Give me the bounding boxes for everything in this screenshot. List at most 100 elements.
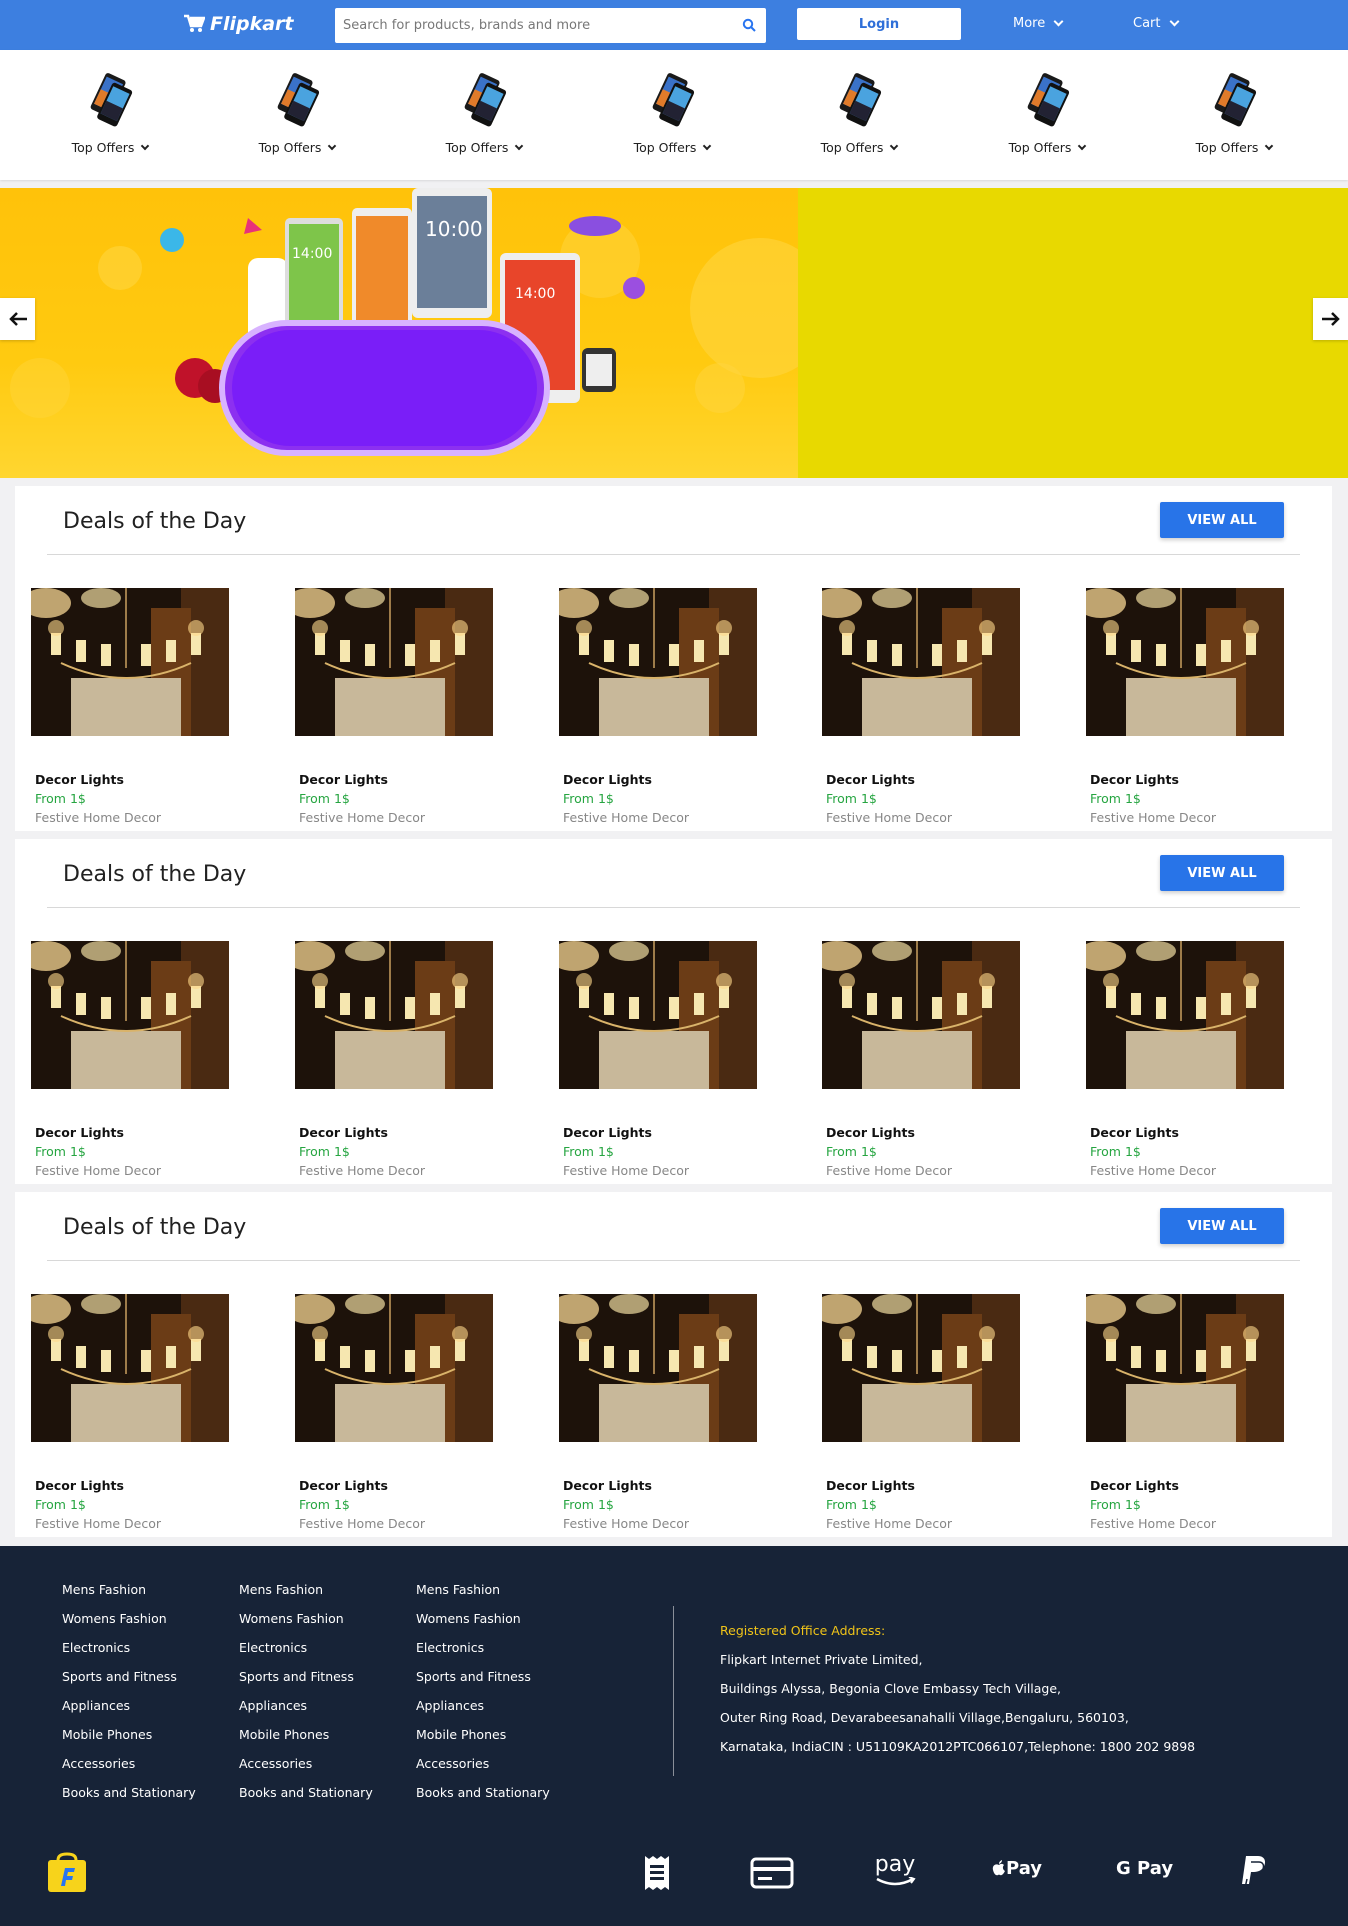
product-image[interactable] — [31, 941, 229, 1089]
footer-link[interactable]: Mobile Phones — [239, 1727, 373, 1756]
product-image[interactable] — [1086, 588, 1284, 736]
footer-link[interactable]: Accessories — [416, 1756, 550, 1785]
product-card[interactable]: Decor Lights From 1$ Festive Home Decor — [814, 941, 1024, 1178]
footer-link[interactable]: Accessories — [239, 1756, 373, 1785]
banner-slide: 14:00 10:00 14:00 — [0, 188, 830, 478]
product-image[interactable] — [822, 941, 1020, 1089]
category-item[interactable]: Top Offers — [424, 68, 544, 156]
product-card[interactable]: Decor Lights From 1$ Festive Home Decor — [23, 1294, 233, 1531]
product-image[interactable] — [31, 1294, 229, 1442]
product-card[interactable]: Decor Lights From 1$ Festive Home Decor — [1078, 1294, 1288, 1531]
product-image[interactable] — [1086, 1294, 1284, 1442]
product-price: From 1$ — [35, 1497, 86, 1512]
footer-link[interactable]: Books and Stationary — [62, 1785, 196, 1814]
category-item[interactable]: Top Offers — [1174, 68, 1294, 156]
flipkart-bag-icon[interactable] — [46, 1852, 88, 1894]
card-icon[interactable] — [750, 1857, 794, 1889]
phone-time: 10:00 — [425, 217, 483, 241]
footer: Mens Fashion Womens Fashion Electronics … — [0, 1546, 1348, 1926]
phone-icon — [1206, 68, 1262, 128]
footer-link[interactable]: Electronics — [416, 1640, 550, 1669]
apple-pay-label: Pay — [1006, 1858, 1043, 1879]
footer-link[interactable]: Sports and Fitness — [239, 1669, 373, 1698]
product-card[interactable]: Decor Lights From 1$ Festive Home Decor — [23, 588, 233, 825]
footer-link[interactable]: Womens Fashion — [416, 1611, 550, 1640]
footer-link[interactable]: Mens Fashion — [62, 1582, 196, 1611]
product-image[interactable] — [295, 1294, 493, 1442]
product-category: Festive Home Decor — [826, 1163, 953, 1178]
registered-address: Registered Office Address: Flipkart Inte… — [720, 1623, 1195, 1768]
footer-link[interactable]: Accessories — [62, 1756, 196, 1785]
footer-link[interactable]: Books and Stationary — [239, 1785, 373, 1814]
product-image[interactable] — [559, 588, 757, 736]
category-item[interactable]: Top Offers — [799, 68, 919, 156]
product-image[interactable] — [295, 588, 493, 736]
product-category: Festive Home Decor — [299, 1163, 426, 1178]
footer-link[interactable]: Appliances — [239, 1698, 373, 1727]
footer-link[interactable]: Sports and Fitness — [416, 1669, 550, 1698]
apple-pay-icon[interactable]: Pay — [992, 1858, 1042, 1879]
footer-link[interactable]: Appliances — [62, 1698, 196, 1727]
search-icon[interactable] — [742, 18, 756, 32]
product-card[interactable]: Decor Lights From 1$ Festive Home Decor — [551, 941, 761, 1178]
footer-link[interactable]: Sports and Fitness — [62, 1669, 196, 1698]
view-all-button[interactable]: VIEW ALL — [1160, 855, 1284, 891]
more-menu[interactable]: More — [1013, 16, 1064, 31]
promo-banner[interactable]: 14:00 10:00 14:00 — [0, 188, 1348, 478]
product-image[interactable] — [295, 941, 493, 1089]
product-card[interactable]: Decor Lights From 1$ Festive Home Decor — [814, 1294, 1024, 1531]
section-title: Deals of the Day — [63, 862, 247, 887]
banner-prev-button[interactable] — [0, 298, 35, 340]
product-name: Decor Lights — [1090, 772, 1179, 787]
receipt-icon[interactable] — [643, 1854, 671, 1892]
product-image[interactable] — [559, 941, 757, 1089]
product-category: Festive Home Decor — [1090, 810, 1217, 825]
product-price: From 1$ — [563, 1144, 614, 1159]
product-image[interactable] — [822, 588, 1020, 736]
search-input[interactable] — [335, 8, 715, 43]
footer-link[interactable]: Books and Stationary — [416, 1785, 550, 1814]
paypal-icon[interactable] — [1238, 1854, 1268, 1890]
footer-link[interactable]: Womens Fashion — [62, 1611, 196, 1640]
product-card[interactable]: Decor Lights From 1$ Festive Home Decor — [551, 1294, 761, 1531]
section-divider — [47, 907, 1300, 908]
product-card[interactable]: Decor Lights From 1$ Festive Home Decor — [551, 588, 761, 825]
banner-next-button[interactable] — [1313, 298, 1348, 340]
category-item[interactable]: Top Offers — [50, 68, 170, 156]
category-label: Top Offers — [445, 140, 509, 155]
view-all-button[interactable]: VIEW ALL — [1160, 1208, 1284, 1244]
product-card[interactable]: Decor Lights From 1$ Festive Home Decor — [1078, 588, 1288, 825]
flipkart-logo[interactable]: Flipkart — [183, 13, 294, 35]
product-card[interactable]: Decor Lights From 1$ Festive Home Decor — [23, 941, 233, 1178]
chevron-down-icon — [890, 141, 899, 150]
login-button[interactable]: Login — [797, 8, 961, 40]
footer-link[interactable]: Mobile Phones — [416, 1727, 550, 1756]
cart-menu[interactable]: Cart — [1133, 16, 1179, 31]
product-image[interactable] — [559, 1294, 757, 1442]
product-image[interactable] — [1086, 941, 1284, 1089]
amazon-pay-icon[interactable]: pay — [873, 1852, 917, 1887]
category-item[interactable]: Top Offers — [987, 68, 1107, 156]
product-card[interactable]: Decor Lights From 1$ Festive Home Decor — [287, 941, 497, 1178]
google-pay-icon[interactable]: G Pay — [1116, 1858, 1173, 1879]
product-card[interactable]: Decor Lights From 1$ Festive Home Decor — [287, 588, 497, 825]
product-image[interactable] — [31, 588, 229, 736]
footer-link[interactable]: Electronics — [62, 1640, 196, 1669]
category-label: Top Offers — [71, 140, 135, 155]
category-label: Top Offers — [1008, 140, 1072, 155]
product-card[interactable]: Decor Lights From 1$ Festive Home Decor — [1078, 941, 1288, 1178]
product-price: From 1$ — [299, 1497, 350, 1512]
view-all-button[interactable]: VIEW ALL — [1160, 502, 1284, 538]
arrow-right-icon — [1321, 312, 1340, 326]
product-image[interactable] — [822, 1294, 1020, 1442]
category-item[interactable]: Top Offers — [237, 68, 357, 156]
product-card[interactable]: Decor Lights From 1$ Festive Home Decor — [287, 1294, 497, 1531]
footer-link[interactable]: Appliances — [416, 1698, 550, 1727]
product-card[interactable]: Decor Lights From 1$ Festive Home Decor — [814, 588, 1024, 825]
footer-link[interactable]: Mens Fashion — [239, 1582, 373, 1611]
footer-link[interactable]: Womens Fashion — [239, 1611, 373, 1640]
footer-link[interactable]: Electronics — [239, 1640, 373, 1669]
footer-link[interactable]: Mens Fashion — [416, 1582, 550, 1611]
footer-link[interactable]: Mobile Phones — [62, 1727, 196, 1756]
category-item[interactable]: Top Offers — [612, 68, 732, 156]
